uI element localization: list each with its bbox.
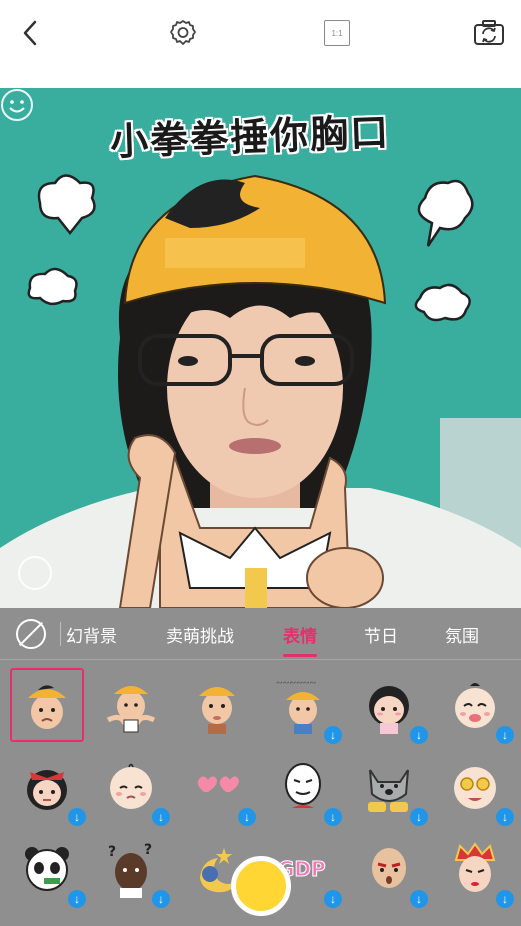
download-badge: ↓ xyxy=(496,808,514,826)
sticker-girl-sad[interactable]: ↓ xyxy=(352,668,428,744)
download-badge: ↓ xyxy=(68,890,86,908)
aspect-ratio-label: 1:1 xyxy=(324,20,350,46)
sticker-hearts[interactable]: ↓ xyxy=(180,750,256,826)
switch-camera-button[interactable] xyxy=(470,14,508,52)
bald-man-icon xyxy=(372,848,406,888)
girl-sad-icon xyxy=(369,686,409,734)
download-badge: ↓ xyxy=(238,808,256,826)
download-badge: ↓ xyxy=(410,808,428,826)
category-tabs: 幻背景 卖萌挑战 表情 节日 氛围 xyxy=(0,608,521,660)
money-eyes-icon xyxy=(454,767,496,809)
sticker-cap-boy-shrug[interactable] xyxy=(94,668,168,742)
girl-red-bow-icon xyxy=(27,770,67,810)
sticker-question-man[interactable]: ?? ↓ xyxy=(94,832,170,908)
cap-boy-pout-icon xyxy=(199,687,235,734)
download-badge: ↓ xyxy=(410,726,428,744)
panda-icon xyxy=(25,847,69,891)
sticker-cap-boy-text[interactable]: ~~~~~~ ↓ xyxy=(266,668,342,744)
question-man-icon: ?? xyxy=(108,842,152,898)
tab-holiday[interactable]: 节日 xyxy=(364,622,398,647)
sticker-baby-bald[interactable]: ↓ xyxy=(94,750,170,826)
sticker-opera[interactable]: ↓ xyxy=(438,832,514,908)
sticker-dog[interactable]: ↓ xyxy=(352,750,428,826)
download-badge: ↓ xyxy=(324,890,342,908)
no-effect-button[interactable] xyxy=(16,619,46,649)
sticker-cap-boy-sad[interactable] xyxy=(10,668,84,742)
opera-icon xyxy=(454,842,496,892)
active-tab-indicator xyxy=(283,654,317,657)
download-badge: ↓ xyxy=(68,808,86,826)
download-badge: ↓ xyxy=(324,726,342,744)
tab-background[interactable]: 幻背景 xyxy=(66,622,117,647)
camera-screen: 1:1 小拳拳捶你胸口 幻背景 卖萌挑战 表情 节日 氛围 ~~~~~~ ↓ ↓… xyxy=(0,0,521,926)
smile-icon[interactable] xyxy=(0,88,34,122)
aspect-ratio-button[interactable]: 1:1 xyxy=(318,14,356,52)
chevron-left-icon xyxy=(23,20,37,46)
tab-divider xyxy=(60,622,61,646)
camera-preview: 小拳拳捶你胸口 xyxy=(0,88,521,608)
tab-cute-challenge[interactable]: 卖萌挑战 xyxy=(166,622,234,647)
sticker-panda[interactable]: ↓ xyxy=(10,832,86,908)
sticker-money-eyes[interactable]: ↓ xyxy=(438,750,514,826)
sticker-girl-red-bow[interactable]: ↓ xyxy=(10,750,86,826)
svg-text:?: ? xyxy=(108,844,116,860)
camera-switch-icon xyxy=(474,20,504,45)
sticker-cap-boy-pout[interactable] xyxy=(180,668,254,742)
meme-face-icon xyxy=(285,763,321,808)
download-badge: ↓ xyxy=(496,726,514,744)
download-badge: ↓ xyxy=(410,890,428,908)
tab-atmosphere[interactable]: 氛围 xyxy=(445,622,479,647)
back-button[interactable] xyxy=(12,14,50,52)
cap-boy-text-icon: ~~~~~~ xyxy=(276,678,320,734)
beauty-toggle-button[interactable] xyxy=(18,556,52,590)
download-badge: ↓ xyxy=(496,890,514,908)
baby-bald-icon xyxy=(110,763,152,809)
cap-boy-shrug-icon xyxy=(106,686,156,733)
sticker-meme-face[interactable]: ↓ xyxy=(266,750,342,826)
baby-cry-icon xyxy=(455,683,495,728)
sticker-bald-man[interactable]: ↓ xyxy=(352,832,428,908)
svg-text:?: ? xyxy=(144,842,152,858)
gear-icon xyxy=(170,20,196,45)
dog-icon xyxy=(368,769,409,812)
svg-text:~~~~~~: ~~~~~~ xyxy=(276,678,316,687)
download-badge: ↓ xyxy=(324,808,342,826)
shutter-button[interactable] xyxy=(231,856,291,916)
top-bar: 1:1 xyxy=(0,0,521,88)
cap-boy-sad-icon xyxy=(28,685,66,729)
sticker-baby-cry[interactable]: ↓ xyxy=(438,668,514,744)
download-badge: ↓ xyxy=(152,808,170,826)
download-badge: ↓ xyxy=(152,890,170,908)
hearts-icon xyxy=(197,776,239,792)
tab-emoji[interactable]: 表情 xyxy=(283,622,317,647)
settings-button[interactable] xyxy=(164,14,202,52)
